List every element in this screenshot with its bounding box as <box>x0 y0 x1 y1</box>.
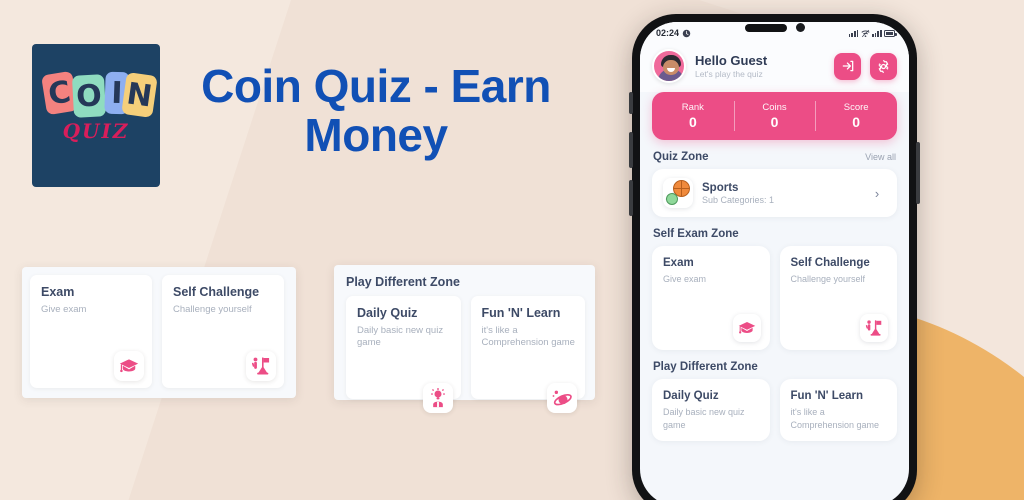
status-bar-left: 02:24 <box>656 28 691 38</box>
self-exam-zone-header: Self Exam Zone <box>640 217 909 246</box>
stat-label: Rank <box>681 102 704 113</box>
phone-volume-down-button[interactable] <box>629 180 633 216</box>
phone-power-button[interactable] <box>916 142 920 204</box>
zone-card-self-challenge[interactable]: Self Challenge Challenge yourself <box>779 246 897 350</box>
stat-value: 0 <box>852 114 861 130</box>
promo-card-subtitle: Challenge yourself <box>173 303 252 315</box>
promo-card-exam[interactable]: Exam Give exam <box>30 275 152 388</box>
signal-bars-icon <box>872 29 882 37</box>
stat-value: 0 <box>688 114 697 130</box>
promo-card-title: Exam <box>41 285 75 299</box>
status-bar-right <box>848 29 897 38</box>
page-title: Coin Quiz - Earn Money <box>201 60 551 162</box>
zone-card-fun-n-learn[interactable]: Fun 'N' Learn it's like a Comprehension … <box>779 379 897 441</box>
phone-silent-switch[interactable] <box>629 92 633 114</box>
signal-bars-icon <box>848 29 859 37</box>
zone-card-title: Self Challenge <box>790 257 870 269</box>
phone-volume-up-button[interactable] <box>629 132 633 168</box>
app-header: Hello Guest Let's play the quiz <box>640 44 909 92</box>
graduation-cap-icon <box>114 351 144 381</box>
logo-subtitle: QUIZ <box>62 119 130 143</box>
zone-card-title: Fun 'N' Learn <box>790 390 864 402</box>
zone-card-daily-quiz[interactable]: Daily Quiz Daily basic new quiz game <box>652 379 770 441</box>
network-alert-icon <box>861 29 870 37</box>
promo-card-subtitle: Give exam <box>41 303 87 315</box>
promo-card-self-challenge[interactable]: Self Challenge Challenge yourself <box>162 275 284 388</box>
phone-notch <box>744 23 805 32</box>
shuttle-shape <box>666 193 678 205</box>
promo-card-title: Self Challenge <box>173 285 260 299</box>
logo-tile-n: N <box>121 72 158 118</box>
battery-icon <box>884 29 897 37</box>
promo-card-title: Daily Quiz <box>357 306 418 320</box>
greeting-name: Hello Guest <box>695 52 768 68</box>
stat-score: Score 0 <box>815 92 897 140</box>
promo-card-daily-quiz[interactable]: Daily Quiz Daily basic new quiz game <box>346 296 461 413</box>
promo-panel-title: Play Different Zone <box>346 275 460 289</box>
category-row-sports[interactable]: Sports Sub Categories: 1 › <box>652 169 897 217</box>
promo-card-subtitle: Daily basic new quiz game <box>357 324 444 349</box>
status-bar-time: 02:24 <box>656 28 680 38</box>
zone-card-title: Exam <box>663 257 694 269</box>
avatar[interactable] <box>652 49 686 83</box>
stats-bar: Rank 0 Coins 0 Score 0 <box>652 92 897 140</box>
person-flag-icon <box>860 314 888 342</box>
app-logo: C O I N QUIZ <box>32 44 160 187</box>
stat-coins: Coins 0 <box>733 92 816 140</box>
zone-card-title: Daily Quiz <box>663 390 719 402</box>
login-button[interactable] <box>834 52 861 80</box>
category-subtitle: Sub Categories: 1 <box>702 194 775 205</box>
logo-tile-o: O <box>71 74 107 118</box>
notch-speaker <box>744 23 787 32</box>
clock-icon <box>682 29 691 37</box>
category-text: Sports Sub Categories: 1 <box>702 182 859 205</box>
phone-screen: 02:24 Hello Guest Let's play the quiz Ra… <box>640 22 909 500</box>
view-all-link[interactable]: View all <box>865 152 896 162</box>
sports-icon <box>663 178 693 208</box>
zone-card-subtitle: Give exam <box>663 274 707 285</box>
promo-card-title: Fun 'N' Learn <box>481 306 561 320</box>
stat-value: 0 <box>770 114 779 130</box>
notch-camera <box>795 23 805 32</box>
stat-label: Score <box>843 102 869 113</box>
settings-button[interactable] <box>870 52 897 80</box>
chevron-right-icon[interactable]: › <box>868 184 886 202</box>
zone-card-subtitle: Daily basic new quiz game <box>663 407 745 430</box>
promo-panel-play-different: Play Different Zone Daily Quiz Daily bas… <box>334 265 595 413</box>
zone-card-subtitle: Challenge yourself <box>790 274 866 285</box>
status-bar: 02:24 <box>640 22 909 44</box>
stat-label: Coins <box>762 102 787 113</box>
quiz-zone-header: Quiz Zone View all <box>640 140 909 169</box>
phone-mockup: 02:24 Hello Guest Let's play the quiz Ra… <box>629 14 920 500</box>
login-arrow-icon <box>842 60 853 72</box>
promo-card-fun-n-learn[interactable]: Fun 'N' Learn it's like a Comprehension … <box>470 296 585 413</box>
play-different-zone-cards: Daily Quiz Daily basic new quiz game Fun… <box>640 379 909 441</box>
graduation-cap-icon <box>732 314 761 342</box>
greeting-subtitle: Let's play the quiz <box>695 69 763 80</box>
section-title-quiz-zone: Quiz Zone <box>653 151 709 163</box>
lightbulb-person-icon <box>422 383 453 413</box>
section-title-self-exam-zone: Self Exam Zone <box>653 228 739 240</box>
planet-icon <box>547 383 577 413</box>
zone-card-exam[interactable]: Exam Give exam <box>652 246 770 350</box>
self-exam-zone-cards: Exam Give exam Self Challenge Challenge … <box>640 246 909 350</box>
promo-card-subtitle: it's like a Comprehension game <box>481 324 575 349</box>
greeting-block: Hello Guest Let's play the quiz <box>695 53 825 80</box>
person-flag-icon <box>246 351 276 381</box>
zone-card-subtitle: it's like a Comprehension game <box>790 407 880 430</box>
stat-rank: Rank 0 <box>652 92 734 140</box>
category-name: Sports <box>702 181 739 194</box>
promo-panel-self-exam: Exam Give exam Self Challenge Challenge … <box>22 267 296 398</box>
section-title-play-different-zone: Play Different Zone <box>653 361 758 373</box>
play-different-zone-header: Play Different Zone <box>640 350 909 379</box>
gear-icon <box>878 59 889 73</box>
